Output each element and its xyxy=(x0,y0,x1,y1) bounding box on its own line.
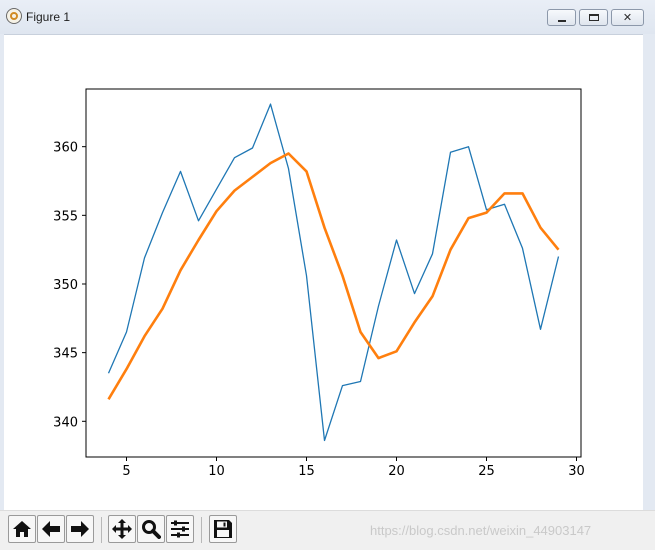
matplotlib-app-icon xyxy=(6,8,22,24)
minimize-icon xyxy=(548,10,575,25)
zoom-button[interactable] xyxy=(137,515,165,543)
x-tick-label: 25 xyxy=(478,464,495,479)
save-disk-icon xyxy=(214,520,232,538)
y-tick-label: 350 xyxy=(53,278,78,293)
pan-button[interactable] xyxy=(108,515,136,543)
navigation-toolbar: https://blog.csdn.net/weixin_44903147 xyxy=(0,510,655,550)
y-tick-label: 360 xyxy=(53,141,78,156)
back-button[interactable] xyxy=(37,515,65,543)
watermark-text: https://blog.csdn.net/weixin_44903147 xyxy=(370,523,592,538)
back-arrow-icon xyxy=(42,521,60,537)
forward-button[interactable] xyxy=(66,515,94,543)
configure-subplots-icon xyxy=(171,520,189,538)
x-tick-label: 10 xyxy=(208,464,225,479)
x-tick-label: 5 xyxy=(122,464,130,479)
x-axis-ticks: 5 10 15 20 25 30 xyxy=(122,457,585,479)
pan-move-icon xyxy=(112,519,132,539)
series-line-1 xyxy=(107,103,560,442)
series-layer xyxy=(107,103,560,442)
home-button[interactable] xyxy=(8,515,36,543)
y-tick-label: 345 xyxy=(53,347,78,362)
minimize-button[interactable] xyxy=(547,9,576,26)
x-tick-label: 15 xyxy=(298,464,315,479)
toolbar-separator xyxy=(101,517,102,543)
maximize-icon xyxy=(580,10,607,25)
series-line-2 xyxy=(107,152,560,400)
close-icon: ✕ xyxy=(622,11,633,24)
x-tick-label: 30 xyxy=(568,464,585,479)
zoom-magnifier-icon xyxy=(142,520,161,539)
x-tick-label: 20 xyxy=(388,464,405,479)
home-icon xyxy=(13,521,31,537)
window-frame-right xyxy=(643,34,655,510)
window-titlebar: Figure 1 ✕ xyxy=(0,0,655,35)
toolbar-separator xyxy=(201,517,202,543)
window-title: Figure 1 xyxy=(26,10,71,24)
close-button[interactable]: ✕ xyxy=(611,9,644,26)
axes-frame xyxy=(85,88,582,458)
maximize-button[interactable] xyxy=(579,9,608,26)
y-axis-ticks: 340 345 350 355 360 xyxy=(53,141,86,430)
forward-arrow-icon xyxy=(71,521,89,537)
y-tick-label: 340 xyxy=(53,415,78,430)
configure-subplots-button[interactable] xyxy=(166,515,194,543)
figure-canvas[interactable]: 5 10 15 20 25 30 340 345 350 355 360 xyxy=(0,34,643,510)
y-tick-label: 355 xyxy=(53,209,78,224)
save-button[interactable] xyxy=(209,515,237,543)
